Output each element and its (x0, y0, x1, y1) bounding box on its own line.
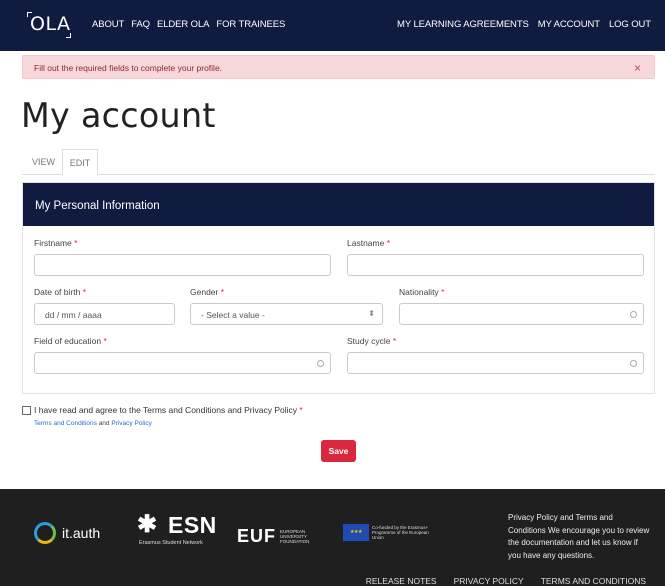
study-cycle-label: Study cycle * (347, 336, 397, 346)
gender-label: Gender * (190, 287, 225, 297)
nav-left-links: About FAQ Elder OLA For Trainees (92, 19, 292, 30)
itauth-logo: it.auth (34, 522, 100, 544)
close-icon[interactable]: × (634, 61, 641, 75)
firstname-input[interactable] (34, 254, 331, 276)
top-navbar: OLA About FAQ Elder OLA For Trainees My … (0, 0, 665, 51)
nav-link-faq[interactable]: FAQ (131, 19, 150, 30)
ola-logo[interactable]: OLA (27, 12, 71, 38)
footer-link-privacy-policy[interactable]: Privacy Policy (454, 576, 524, 586)
terms-checkbox[interactable] (22, 406, 31, 415)
section-title: My Personal Information (23, 183, 654, 226)
esn-star-icon: ✱ (137, 511, 158, 538)
lastname-label: Lastname * (347, 238, 391, 248)
footer-links: Release Notes Privacy Policy Terms and C… (349, 576, 646, 586)
save-button[interactable]: Save (321, 440, 356, 462)
autocomplete-icon (317, 360, 324, 367)
footer-link-release-notes[interactable]: Release Notes (366, 576, 437, 586)
nationality-label: Nationality * (399, 287, 445, 297)
account-tabs: View Edit (22, 149, 655, 176)
terms-and-conditions-link[interactable]: Terms and Conditions (34, 420, 97, 427)
nav-link-elder-ola[interactable]: Elder OLA (157, 19, 210, 30)
nationality-input[interactable] (399, 303, 644, 325)
nav-link-log-out[interactable]: Log Out (609, 19, 651, 30)
select-arrows-icon: ⬍ (368, 309, 375, 318)
footer-note: Privacy Policy and Terms and Conditions … (508, 513, 650, 560)
lastname-input[interactable] (347, 254, 644, 276)
nav-link-about[interactable]: About (92, 19, 124, 30)
alert-message: Fill out the required fields to complete… (34, 63, 223, 73)
logo-corner-mark (66, 33, 71, 38)
gender-select[interactable]: - Select a value - ⬍ (190, 303, 383, 325)
field-of-education-input[interactable] (34, 352, 331, 374)
eu-flag-icon: ★★★ (343, 524, 369, 541)
privacy-policy-link[interactable]: Privacy Policy (111, 420, 151, 427)
profile-alert: Fill out the required fields to complete… (22, 55, 655, 79)
autocomplete-icon (630, 360, 637, 367)
personal-info-card: My Personal Information Firstname * Last… (22, 182, 655, 394)
logo-text: OLA (30, 13, 71, 35)
eu-cofunded-logo: ★★★ Co-funded by the Erasmus+ Programme … (343, 524, 432, 541)
dob-label: Date of birth * (34, 287, 86, 297)
dob-input[interactable]: dd / mm / aaaa (34, 303, 175, 325)
nav-right-links: My Learning Agreements My Account Log Ou… (388, 19, 651, 30)
footer-link-terms-and-conditions[interactable]: Terms and Conditions (541, 576, 646, 586)
firstname-label: Firstname * (34, 238, 78, 248)
tab-view[interactable]: View (32, 149, 55, 175)
autocomplete-icon (630, 311, 637, 318)
nav-link-for-trainees[interactable]: For Trainees (216, 19, 285, 30)
tab-edit[interactable]: Edit (62, 149, 98, 176)
itauth-ring-icon (34, 522, 56, 544)
page-title: My account (21, 96, 216, 136)
field-of-education-label: Field of education * (34, 336, 107, 346)
terms-links: Terms and Conditions and Privacy Policy (34, 420, 152, 427)
nav-link-my-account[interactable]: My Account (538, 19, 600, 30)
nav-link-my-learning-agreements[interactable]: My Learning Agreements (397, 19, 529, 30)
study-cycle-input[interactable] (347, 352, 644, 374)
euf-logo: EUF EUROPEAN UNIVERSITY FOUNDATION (237, 526, 310, 546)
terms-label: I have read and agree to the Terms and C… (34, 405, 303, 415)
footer: it.auth ✱ ESN Erasmus Student Network EU… (0, 489, 665, 586)
